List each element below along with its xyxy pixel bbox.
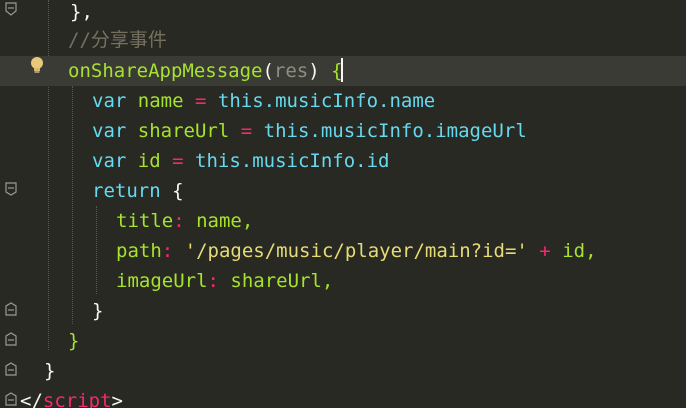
text-cursor xyxy=(340,58,343,82)
code-line: var name = this.musicInfo.name xyxy=(92,86,435,116)
code-expression: this.musicInfo.imageUrl xyxy=(263,120,527,142)
fold-marker-icon[interactable] xyxy=(4,182,18,196)
code-line: title: name, xyxy=(116,206,253,236)
code-operator: : xyxy=(161,240,174,262)
code-token: > xyxy=(111,390,123,408)
code-line: path: '/pages/music/player/main?id=' + i… xyxy=(116,236,597,266)
code-token: } xyxy=(92,300,104,322)
code-keyword: var xyxy=(92,90,127,112)
code-expression: this.musicInfo.id xyxy=(195,150,390,172)
code-line: return { xyxy=(92,176,184,206)
code-string: '/pages/music/player/main?id=' xyxy=(184,240,528,262)
code-token: </ xyxy=(20,390,43,408)
code-operator: = xyxy=(195,90,207,112)
code-line: var id = this.musicInfo.id xyxy=(92,146,390,176)
code-token: }, xyxy=(70,1,93,23)
code-expression: this.musicInfo.name xyxy=(217,90,436,112)
code-operator: : xyxy=(173,210,185,232)
matched-bracket: } xyxy=(68,330,80,352)
fold-marker-icon[interactable] xyxy=(4,2,18,16)
object-value: name, xyxy=(196,210,254,232)
code-keyword: return xyxy=(92,180,161,202)
code-variable: id xyxy=(137,150,161,172)
code-line: imageUrl: shareUrl, xyxy=(116,266,333,296)
code-line: }, xyxy=(70,0,93,27)
code-line: } xyxy=(92,296,103,326)
code-line: } xyxy=(44,356,55,386)
code-operator: : xyxy=(207,270,219,292)
fold-marker-icon[interactable] xyxy=(4,332,18,346)
function-param: res xyxy=(273,60,309,82)
lightbulb-icon[interactable] xyxy=(29,56,45,76)
code-token: } xyxy=(44,360,56,382)
code-line: } xyxy=(68,326,79,356)
html-tag-name: script xyxy=(42,390,112,408)
code-variable: shareUrl xyxy=(137,120,230,142)
object-key: title xyxy=(116,210,174,232)
object-key: path xyxy=(116,240,162,262)
code-operator: = xyxy=(172,150,184,172)
code-operator: + xyxy=(539,240,551,262)
code-token: ( xyxy=(262,60,274,82)
fold-marker-icon[interactable] xyxy=(4,362,18,376)
code-keyword: var xyxy=(92,120,127,142)
fold-marker-icon[interactable] xyxy=(4,392,18,406)
object-key: imageUrl xyxy=(116,270,208,292)
object-value: id, xyxy=(562,240,597,262)
code-line: </script> xyxy=(20,386,123,408)
indent-guide xyxy=(48,0,50,350)
function-name: onShareAppMessage xyxy=(68,60,263,82)
fold-marker-icon[interactable] xyxy=(4,302,18,316)
code-variable: name xyxy=(137,90,184,112)
indent-guide xyxy=(96,206,98,294)
code-token: ) xyxy=(308,60,320,82)
code-comment: //分享事件 xyxy=(68,29,167,51)
code-editor[interactable]: }, //分享事件 onShareAppMessage(res) { var n… xyxy=(0,0,686,408)
code-token: { xyxy=(172,180,184,202)
code-line: var shareUrl = this.musicInfo.imageUrl xyxy=(92,116,527,146)
object-value: shareUrl, xyxy=(230,270,334,292)
indent-guide xyxy=(72,86,74,324)
code-line: onShareAppMessage(res) { xyxy=(68,56,343,86)
code-keyword: var xyxy=(92,150,127,172)
code-operator: = xyxy=(240,120,253,142)
code-line: //分享事件 xyxy=(68,25,167,55)
